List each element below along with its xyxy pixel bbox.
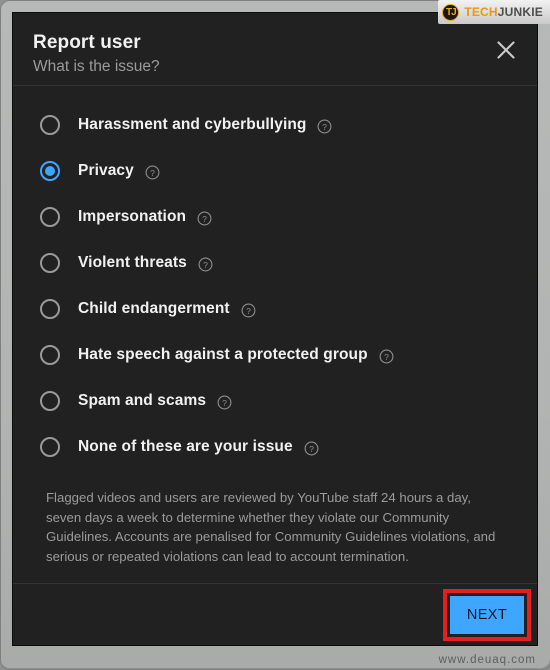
dialog-footer: NEXT (13, 583, 537, 645)
report-reason-label: Violent threats (78, 254, 187, 271)
dialog-subtitle: What is the issue? (33, 58, 160, 75)
report-reason-label: Hate speech against a protected group (78, 346, 368, 363)
help-circle-icon[interactable]: ? (145, 165, 160, 180)
radio-button[interactable] (40, 299, 60, 319)
help-circle-icon[interactable]: ? (317, 119, 332, 134)
radio-button[interactable] (40, 207, 60, 227)
svg-text:?: ? (309, 443, 314, 453)
svg-text:?: ? (222, 397, 227, 407)
report-reason-label: Impersonation (78, 208, 187, 225)
techjunkie-watermark-logo: TJ TECH JUNKIE (438, 0, 550, 24)
help-circle-icon[interactable]: ? (379, 349, 394, 364)
next-button[interactable]: NEXT (450, 596, 524, 634)
radio-button[interactable] (40, 253, 60, 273)
report-reason-label: Privacy (78, 162, 134, 179)
radio-button[interactable] (40, 345, 60, 365)
report-reason-label: Spam and scams (78, 392, 207, 409)
help-circle-icon[interactable]: ? (197, 211, 212, 226)
svg-text:?: ? (384, 351, 389, 361)
site-watermark: www.deuaq.com (438, 654, 536, 666)
report-reason-option[interactable]: Violent threats? (13, 240, 537, 286)
report-reason-option[interactable]: None of these are your issue? (13, 424, 537, 470)
report-reason-option[interactable]: Privacy? (13, 148, 537, 194)
radio-button[interactable] (40, 115, 60, 135)
report-reason-options: Harassment and cyberbullying? Privacy? Imp… (13, 86, 537, 476)
svg-text:?: ? (202, 213, 207, 223)
page-title: Report user (33, 32, 141, 53)
window-frame: TJ TECH JUNKIE Report user What is the i… (0, 0, 550, 670)
report-reason-label: Child endangerment (78, 300, 230, 317)
report-reason-option[interactable]: Harassment and cyberbullying? (13, 102, 537, 148)
disclaimer-text: Flagged videos and users are reviewed by… (46, 490, 496, 564)
next-button-highlight-annotation: NEXT (443, 589, 531, 641)
report-reason-option[interactable]: Child endangerment? (13, 286, 537, 332)
report-reason-option[interactable]: Impersonation? (13, 194, 537, 240)
svg-text:?: ? (150, 167, 155, 177)
techjunkie-badge-icon: TJ (442, 3, 460, 21)
svg-text:?: ? (203, 259, 208, 269)
radio-button[interactable] (40, 437, 60, 457)
radio-button[interactable] (40, 391, 60, 411)
help-circle-icon[interactable]: ? (198, 257, 213, 272)
svg-text:?: ? (323, 121, 328, 131)
report-reason-option[interactable]: Spam and scams? (13, 378, 537, 424)
report-reason-option[interactable]: Hate speech against a protected group? (13, 332, 537, 378)
help-circle-icon[interactable]: ? (217, 395, 232, 410)
techjunkie-word-junkie: JUNKIE (497, 5, 543, 19)
help-circle-icon[interactable]: ? (241, 303, 256, 318)
svg-text:?: ? (246, 305, 251, 315)
techjunkie-word-tech: TECH (464, 5, 498, 19)
help-circle-icon[interactable]: ? (304, 441, 319, 456)
radio-button[interactable] (40, 161, 60, 181)
report-reason-label: Harassment and cyberbullying (78, 116, 307, 133)
close-icon[interactable] (487, 31, 525, 69)
report-reason-label: None of these are your issue (78, 438, 293, 455)
report-user-dialog: Report user What is the issue? Harassmen… (12, 12, 538, 646)
